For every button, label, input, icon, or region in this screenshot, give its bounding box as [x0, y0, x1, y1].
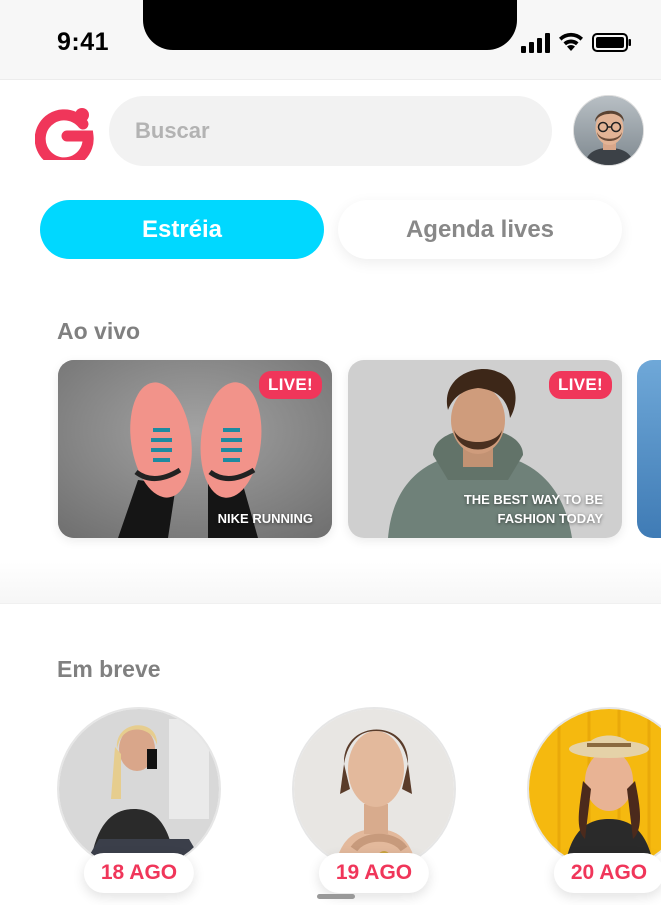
- section-divider: [0, 562, 661, 604]
- user-avatar[interactable]: [573, 95, 644, 166]
- live-badge: LIVE!: [259, 371, 322, 399]
- upcoming-avatar: [292, 707, 456, 871]
- status-time: 9:41: [57, 28, 110, 56]
- upcoming-date: 19 AGO: [318, 853, 430, 893]
- live-section-title: Ao vivo: [57, 318, 141, 344]
- home-indicator[interactable]: [317, 894, 355, 899]
- live-card-caption: THE BEST WAY TO BE FASHION TODAY: [463, 492, 603, 526]
- upcoming-date: 20 AGO: [553, 853, 661, 893]
- notch: [143, 0, 517, 50]
- live-card-nike-running[interactable]: LIVE! NIKE RUNNING: [58, 360, 332, 538]
- tab-estreia[interactable]: Estréia: [40, 200, 324, 259]
- upcoming-section-title: Em breve: [57, 656, 161, 682]
- avatar-photo: [574, 96, 643, 165]
- wifi-icon: [559, 32, 583, 51]
- search-input[interactable]: [135, 118, 552, 144]
- live-badge: LIVE!: [549, 371, 612, 399]
- search-bar[interactable]: [109, 96, 552, 166]
- live-card-fashion[interactable]: LIVE! THE BEST WAY TO BE FASHION TODAY: [348, 360, 622, 538]
- upcoming-item-20-ago[interactable]: 20 AGO: [527, 707, 661, 893]
- status-bar: 9:41: [0, 0, 661, 80]
- upcoming-date: 18 AGO: [83, 853, 195, 893]
- live-card-caption: NIKE RUNNING: [217, 511, 313, 526]
- app-logo[interactable]: [35, 102, 95, 160]
- tab-agenda-lives[interactable]: Agenda lives: [338, 200, 622, 259]
- battery-icon: [592, 33, 631, 52]
- cellular-signal-icon: [521, 33, 550, 53]
- live-card-peek[interactable]: [637, 360, 661, 538]
- upcoming-item-19-ago[interactable]: 19 AGO: [292, 707, 456, 893]
- upcoming-avatar: [57, 707, 221, 871]
- upcoming-item-18-ago[interactable]: 18 AGO: [57, 707, 221, 893]
- upcoming-avatar: [527, 707, 661, 871]
